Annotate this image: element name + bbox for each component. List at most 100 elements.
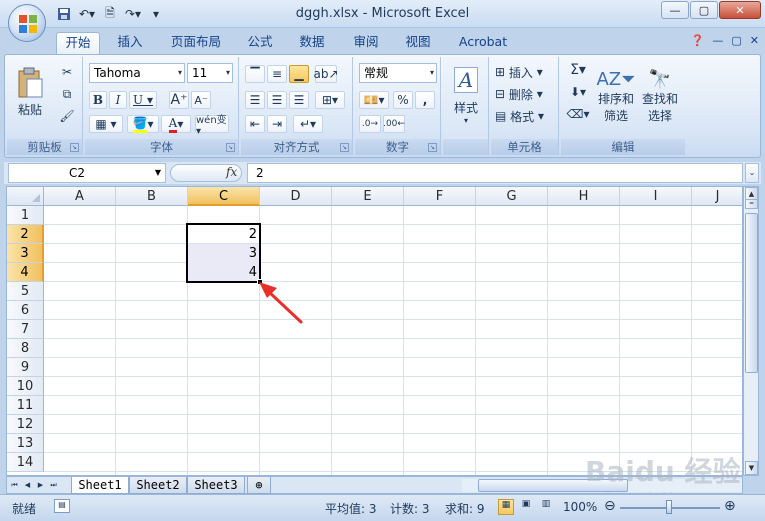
- tab-review[interactable]: 审阅: [346, 32, 386, 54]
- format-painter-icon[interactable]: 🖌: [57, 107, 77, 125]
- tab-page-layout[interactable]: 页面布局: [164, 32, 228, 54]
- sheet-tab-2[interactable]: Sheet2: [129, 477, 187, 494]
- row-header-12[interactable]: 12: [7, 415, 44, 434]
- row-header-14[interactable]: 14: [7, 453, 44, 472]
- row-header-5[interactable]: 5: [7, 282, 44, 301]
- row-header-3[interactable]: 3: [7, 244, 44, 263]
- clear-icon[interactable]: ⌫▾: [565, 105, 591, 123]
- normal-view-icon[interactable]: ▦: [498, 499, 514, 515]
- number-format-combo[interactable]: 常规 ▾: [359, 63, 437, 83]
- italic-button[interactable]: I: [109, 91, 127, 109]
- page-break-view-icon[interactable]: ▥: [538, 499, 554, 515]
- tab-home[interactable]: 开始: [56, 32, 100, 54]
- sheet-tab-3[interactable]: Sheet3: [187, 477, 245, 494]
- column-header-a[interactable]: A: [44, 187, 116, 206]
- percent-style-icon[interactable]: %: [393, 91, 413, 109]
- cut-icon[interactable]: ✂: [57, 63, 77, 81]
- row-header-9[interactable]: 9: [7, 358, 44, 377]
- column-header-d[interactable]: D: [260, 187, 332, 206]
- office-button[interactable]: [8, 4, 46, 42]
- borders-icon[interactable]: ▦ ▾: [89, 115, 123, 133]
- column-header-j[interactable]: J: [692, 187, 742, 206]
- clipboard-launcher-icon[interactable]: ↘: [70, 143, 79, 152]
- row-header-8[interactable]: 8: [7, 339, 44, 358]
- font-color-icon[interactable]: A ▾: [161, 115, 191, 133]
- zoom-level[interactable]: 100%: [563, 500, 597, 514]
- alignment-launcher-icon[interactable]: ↘: [340, 143, 349, 152]
- row-header-10[interactable]: 10: [7, 377, 44, 396]
- vertical-scrollbar[interactable]: ▲ ═ ▼: [743, 186, 759, 476]
- column-header-e[interactable]: E: [332, 187, 404, 206]
- scroll-down-icon[interactable]: ▼: [745, 461, 758, 475]
- ribbon-minimize-icon[interactable]: —: [712, 34, 723, 47]
- name-box[interactable]: C2 ▼: [8, 163, 166, 183]
- column-header-i[interactable]: I: [620, 187, 692, 206]
- macro-record-icon[interactable]: ▤: [54, 499, 70, 513]
- column-header-g[interactable]: G: [476, 187, 548, 206]
- align-right-icon[interactable]: ☰: [289, 91, 309, 109]
- worksheet-grid[interactable]: A B C D E F G H I J 1 2 3 4 5 6 7 8 9 10…: [6, 186, 743, 476]
- row-header-4[interactable]: 4: [7, 263, 44, 282]
- tab-acrobat[interactable]: Acrobat: [452, 32, 514, 54]
- align-middle-icon[interactable]: ≡: [267, 65, 287, 83]
- delete-cells-button[interactable]: ⊟ 删除 ▾: [495, 85, 555, 103]
- ribbon-close-icon[interactable]: ✕: [750, 34, 759, 47]
- column-header-f[interactable]: F: [404, 187, 476, 206]
- column-header-c[interactable]: C: [188, 187, 260, 206]
- maximize-button[interactable]: ▢: [690, 1, 718, 19]
- sheet-tab-1[interactable]: Sheet1: [71, 477, 129, 494]
- comma-style-icon[interactable]: ,: [415, 91, 435, 109]
- paste-button[interactable]: 粘贴: [11, 61, 49, 123]
- bold-button[interactable]: B: [89, 91, 107, 109]
- tab-formulas[interactable]: 公式: [240, 32, 280, 54]
- increase-decimal-icon[interactable]: .0→: [359, 115, 381, 133]
- font-launcher-icon[interactable]: ↘: [226, 143, 235, 152]
- fill-icon[interactable]: ⬇▾: [565, 83, 591, 101]
- expand-formula-bar-icon[interactable]: ⌄: [745, 163, 759, 183]
- row-header-7[interactable]: 7: [7, 320, 44, 339]
- fill-color-icon[interactable]: 🪣 ▾: [127, 115, 159, 133]
- tab-insert[interactable]: 插入: [108, 32, 152, 54]
- number-launcher-icon[interactable]: ↘: [428, 143, 437, 152]
- font-name-combo[interactable]: Tahoma ▾: [89, 63, 185, 83]
- insert-cells-button[interactable]: ⊞ 插入 ▾: [495, 63, 555, 81]
- minimize-button[interactable]: —: [661, 1, 689, 19]
- decrease-decimal-icon[interactable]: .00←: [383, 115, 405, 133]
- autosum-icon[interactable]: Σ▾: [565, 61, 591, 79]
- split-box-icon[interactable]: ═: [745, 199, 758, 209]
- last-sheet-icon[interactable]: ⏭: [48, 479, 59, 491]
- insert-function-icon[interactable]: fx: [226, 165, 237, 179]
- ribbon-restore-icon[interactable]: ▢: [731, 34, 741, 47]
- page-layout-view-icon[interactable]: ▣: [518, 499, 534, 515]
- row-header-11[interactable]: 11: [7, 396, 44, 415]
- align-top-icon[interactable]: ▔: [245, 65, 265, 83]
- row-header-6[interactable]: 6: [7, 301, 44, 320]
- wrap-text-icon[interactable]: ↵▾: [293, 115, 323, 133]
- grow-font-button[interactable]: A⁺: [169, 91, 189, 109]
- format-cells-button[interactable]: ▤ 格式 ▾: [495, 107, 555, 125]
- column-header-b[interactable]: B: [116, 187, 188, 206]
- row-header-2[interactable]: 2: [7, 225, 44, 244]
- prev-sheet-icon[interactable]: ◀: [22, 479, 33, 491]
- column-header-h[interactable]: H: [548, 187, 620, 206]
- zoom-in-icon[interactable]: ⊕: [724, 498, 736, 514]
- copy-icon[interactable]: ⧉: [57, 85, 77, 103]
- select-all-button[interactable]: [7, 187, 44, 206]
- phonetic-guide-icon[interactable]: wén变▾: [195, 115, 229, 137]
- row-header-13[interactable]: 13: [7, 434, 44, 453]
- row-header-1[interactable]: 1: [7, 206, 44, 225]
- insert-sheet-icon[interactable]: ⊕: [247, 477, 271, 494]
- tab-data[interactable]: 数据: [292, 32, 332, 54]
- zoom-slider-thumb[interactable]: [666, 500, 672, 514]
- underline-button[interactable]: U ▾: [129, 91, 157, 109]
- decrease-indent-icon[interactable]: ⇤: [245, 115, 265, 133]
- increase-indent-icon[interactable]: ⇥: [267, 115, 287, 133]
- close-button[interactable]: ✕: [719, 1, 761, 19]
- next-sheet-icon[interactable]: ▶: [35, 479, 46, 491]
- styles-button[interactable]: A 样式 ▾: [447, 61, 485, 131]
- align-bottom-icon[interactable]: ▁: [289, 65, 309, 83]
- find-select-button[interactable]: 🔭 查找和 选择: [639, 59, 681, 133]
- shrink-font-button[interactable]: A⁻: [191, 91, 211, 109]
- merge-center-icon[interactable]: ⊞▾: [315, 91, 345, 109]
- orientation-icon[interactable]: ab↗: [313, 65, 339, 83]
